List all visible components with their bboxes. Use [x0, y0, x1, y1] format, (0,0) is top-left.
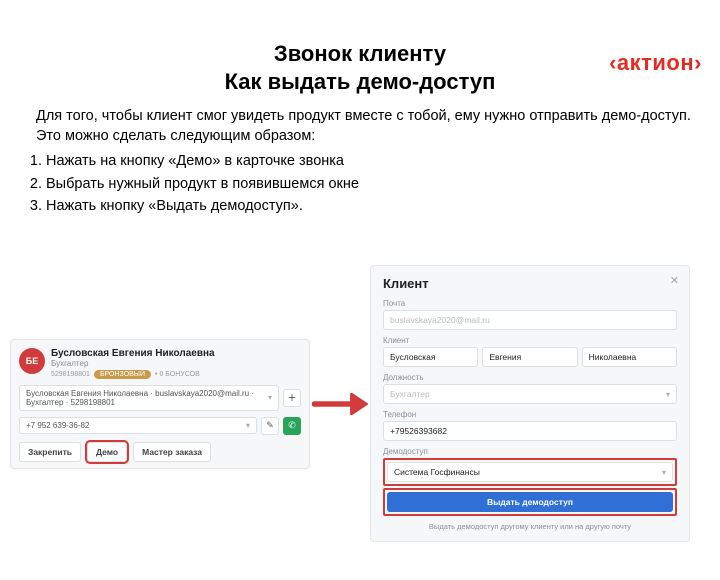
- phone-field-value: +79526393682: [390, 426, 447, 436]
- chevron-down-icon: ▾: [662, 468, 666, 477]
- call-card: БЕ Бусловская Евгения Николаевна Бухгалт…: [10, 339, 310, 469]
- label-phone: Телефон: [383, 410, 677, 419]
- client-name: Бусловская Евгения Николаевна: [51, 348, 301, 359]
- client-tags: 5298198801 БРОНЗОВЫЙ • 0 БОНУСОВ: [51, 370, 301, 379]
- position-value: Бухгалтер: [390, 389, 430, 399]
- client-role: Бухгалтер: [51, 359, 301, 368]
- phone-select[interactable]: +7 952 639-36-82 ▾: [19, 417, 257, 434]
- mail-field[interactable]: buslavskaya2020@mail.ru: [383, 310, 677, 330]
- demo-button[interactable]: Демо: [87, 442, 127, 462]
- contact-select[interactable]: Бусловская Евгения Николаевна · buslavsk…: [19, 385, 279, 411]
- client-panel: ✕ Клиент Почта buslavskaya2020@mail.ru К…: [370, 265, 690, 542]
- call-button[interactable]: ✆: [283, 417, 301, 435]
- add-contact-button[interactable]: ＋: [283, 389, 301, 407]
- grant-demo-button[interactable]: Выдать демодоступ: [387, 492, 673, 512]
- position-field[interactable]: Бухгалтер ▾: [383, 384, 677, 404]
- demo-product-highlight: Система Госфинансы ▾: [383, 458, 677, 486]
- edit-button[interactable]: ✎: [261, 417, 279, 435]
- label-mail: Почта: [383, 299, 677, 308]
- mail-value: buslavskaya2020@mail.ru: [390, 315, 490, 325]
- intro-text: Для того, чтобы клиент смог увидеть прод…: [36, 107, 696, 146]
- arrow-icon: [310, 393, 370, 415]
- contact-value: Бусловская Евгения Николаевна · buslavsk…: [26, 389, 268, 407]
- label-demo: Демодоступ: [383, 447, 677, 456]
- demo-product-value: Система Госфинансы: [394, 467, 480, 477]
- close-icon[interactable]: ✕: [670, 274, 679, 287]
- client-id: 5298198801: [51, 371, 90, 378]
- steps-list: Нажать на кнопку «Демо» в карточке звонк…: [28, 150, 696, 217]
- firstname-value: Евгения: [489, 352, 521, 362]
- chevron-down-icon: ▾: [246, 421, 250, 430]
- lastname-field[interactable]: Бусловская: [383, 347, 478, 367]
- phone-value: +7 952 639-36-82: [26, 421, 89, 430]
- phone-field[interactable]: +79526393682: [383, 421, 677, 441]
- chevron-down-icon: ▾: [666, 390, 670, 399]
- chevron-down-icon: ▾: [268, 393, 272, 402]
- bonus-text: • 0 БОНУСОВ: [155, 371, 200, 378]
- brand-logo: ‹актион›: [609, 50, 702, 76]
- step-1: Нажать на кнопку «Демо» в карточке звонк…: [46, 150, 696, 172]
- middlename-field[interactable]: Николаевна: [582, 347, 677, 367]
- pin-button[interactable]: Закрепить: [19, 442, 81, 462]
- status-badge: БРОНЗОВЫЙ: [94, 370, 151, 379]
- label-position: Должность: [383, 373, 677, 382]
- step-2: Выбрать нужный продукт в появившемся окн…: [46, 173, 696, 195]
- avatar: БЕ: [19, 348, 45, 374]
- phone-icon: ✆: [288, 420, 296, 431]
- lastname-value: Бусловская: [390, 352, 435, 362]
- firstname-field[interactable]: Евгения: [482, 347, 577, 367]
- label-client: Клиент: [383, 336, 677, 345]
- panel-title: Клиент: [383, 276, 677, 291]
- panel-footer-link[interactable]: Выдать демодоступ другому клиенту или на…: [383, 522, 677, 531]
- middlename-value: Николаевна: [589, 352, 637, 362]
- grant-button-highlight: Выдать демодоступ: [383, 488, 677, 516]
- order-wizard-button[interactable]: Мастер заказа: [133, 442, 211, 462]
- step-3: Нажать кнопку «Выдать демодоступ».: [46, 195, 696, 217]
- demo-product-select[interactable]: Система Госфинансы ▾: [387, 462, 673, 482]
